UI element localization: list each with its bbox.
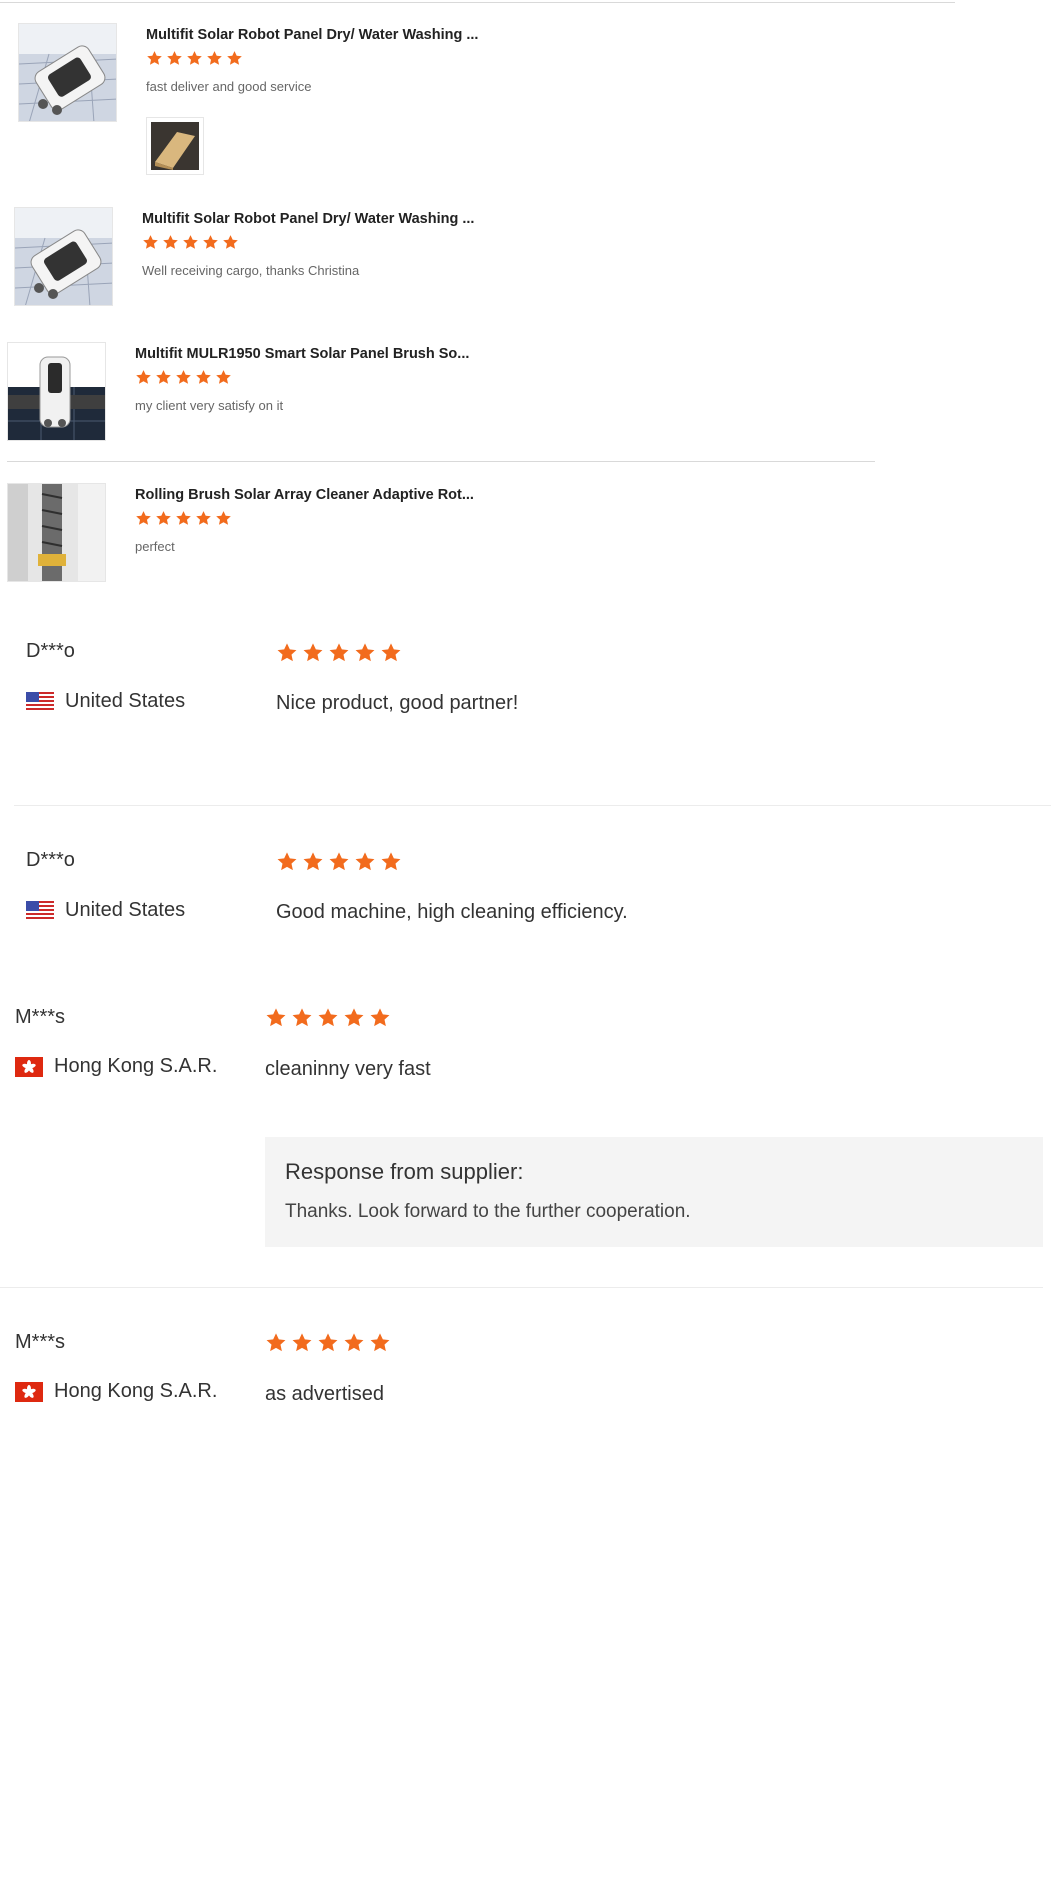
package-box-photo <box>151 122 199 170</box>
star-icon <box>370 1333 390 1352</box>
review-divider <box>0 1287 1043 1288</box>
rating-stars <box>265 1007 391 1029</box>
star-icon <box>344 1008 364 1027</box>
country-name: Hong Kong S.A.R. <box>54 1380 218 1402</box>
supplier-response-heading: Response from supplier: <box>285 1159 524 1184</box>
review-comment: Well receiving cargo, thanks Christina <box>142 263 360 278</box>
solar-brush-robot-photo[interactable] <box>7 342 106 441</box>
star-icon <box>203 235 218 249</box>
star-icon <box>196 370 211 384</box>
rating-stars <box>142 234 239 251</box>
product-review: Rolling Brush Solar Array Cleaner Adapti… <box>7 483 707 593</box>
star-icon <box>277 643 297 662</box>
star-icon <box>196 511 211 525</box>
star-icon <box>292 1008 312 1027</box>
product-title[interactable]: Multifit MULR1950 Smart Solar Panel Brus… <box>135 346 469 362</box>
buyer-country: Hong Kong S.A.R. <box>15 1055 217 1078</box>
star-icon <box>176 370 191 384</box>
supplier-response: Response from supplier: Thanks. Look for… <box>265 1137 1043 1247</box>
star-icon <box>216 511 231 525</box>
star-icon <box>176 511 191 525</box>
star-icon <box>156 511 171 525</box>
rolling-brush-photo[interactable] <box>7 483 106 582</box>
review-comment: Good machine, high cleaning efficiency. <box>276 901 628 923</box>
star-icon <box>355 643 375 662</box>
supplier-response-text: Thanks. Look forward to the further coop… <box>285 1201 691 1222</box>
buyer-name: M***s <box>15 1006 66 1028</box>
star-icon <box>136 511 151 525</box>
product-review: Multifit Solar Robot Panel Dry/ Water Wa… <box>18 23 718 183</box>
star-icon <box>329 643 349 662</box>
star-icon <box>381 852 401 871</box>
star-icon <box>136 370 151 384</box>
buyer-country: United States <box>26 899 185 922</box>
star-icon <box>167 51 182 65</box>
solar-robot-photo[interactable] <box>18 23 117 122</box>
buyer-country: Hong Kong S.A.R. <box>15 1380 217 1403</box>
product-title[interactable]: Rolling Brush Solar Array Cleaner Adapti… <box>135 487 474 503</box>
star-icon <box>216 370 231 384</box>
star-icon <box>227 51 242 65</box>
star-icon <box>143 235 158 249</box>
product-review: Multifit Solar Robot Panel Dry/ Water Wa… <box>14 207 714 317</box>
buyer-name: M***s <box>15 1331 66 1353</box>
rating-stars <box>276 642 402 664</box>
buyer-country: United States <box>26 690 185 713</box>
review-divider <box>14 805 1051 806</box>
us-flag-icon <box>26 900 54 921</box>
top-divider <box>0 2 955 3</box>
review-comment: perfect <box>135 539 175 554</box>
product-review-divider <box>7 461 875 462</box>
review-comment: my client very satisfy on it <box>135 398 284 413</box>
star-icon <box>266 1008 286 1027</box>
buyer-name: D***o <box>26 849 75 871</box>
star-icon <box>303 852 323 871</box>
rating-stars <box>265 1332 391 1354</box>
country-name: United States <box>65 899 186 921</box>
star-icon <box>381 643 401 662</box>
country-name: Hong Kong S.A.R. <box>54 1055 218 1077</box>
star-icon <box>266 1333 286 1352</box>
product-title[interactable]: Multifit Solar Robot Panel Dry/ Water Wa… <box>142 211 474 227</box>
rating-stars <box>135 369 232 386</box>
review-comment: cleaninny very fast <box>265 1058 431 1080</box>
review-comment: fast deliver and good service <box>146 79 312 94</box>
star-icon <box>223 235 238 249</box>
us-flag-icon <box>26 691 54 712</box>
star-icon <box>344 1333 364 1352</box>
star-icon <box>187 51 202 65</box>
review-comment: Nice product, good partner! <box>276 692 519 714</box>
star-icon <box>147 51 162 65</box>
product-title[interactable]: Multifit Solar Robot Panel Dry/ Water Wa… <box>146 27 478 43</box>
star-icon <box>292 1333 312 1352</box>
buyer-name: D***o <box>26 640 75 662</box>
star-icon <box>183 235 198 249</box>
star-icon <box>163 235 178 249</box>
star-icon <box>318 1008 338 1027</box>
star-icon <box>370 1008 390 1027</box>
star-icon <box>329 852 349 871</box>
review-attachment-photo[interactable] <box>146 117 204 175</box>
rating-stars <box>146 50 243 67</box>
star-icon <box>303 643 323 662</box>
hk-flag-icon <box>15 1381 43 1402</box>
country-name: United States <box>65 690 186 712</box>
star-icon <box>277 852 297 871</box>
review-comment: as advertised <box>265 1383 384 1405</box>
hk-flag-icon <box>15 1056 43 1077</box>
rating-stars <box>276 851 402 873</box>
solar-robot-photo[interactable] <box>14 207 113 306</box>
star-icon <box>156 370 171 384</box>
star-icon <box>318 1333 338 1352</box>
star-icon <box>355 852 375 871</box>
product-review: Multifit MULR1950 Smart Solar Panel Brus… <box>7 342 707 452</box>
star-icon <box>207 51 222 65</box>
rating-stars <box>135 510 232 527</box>
